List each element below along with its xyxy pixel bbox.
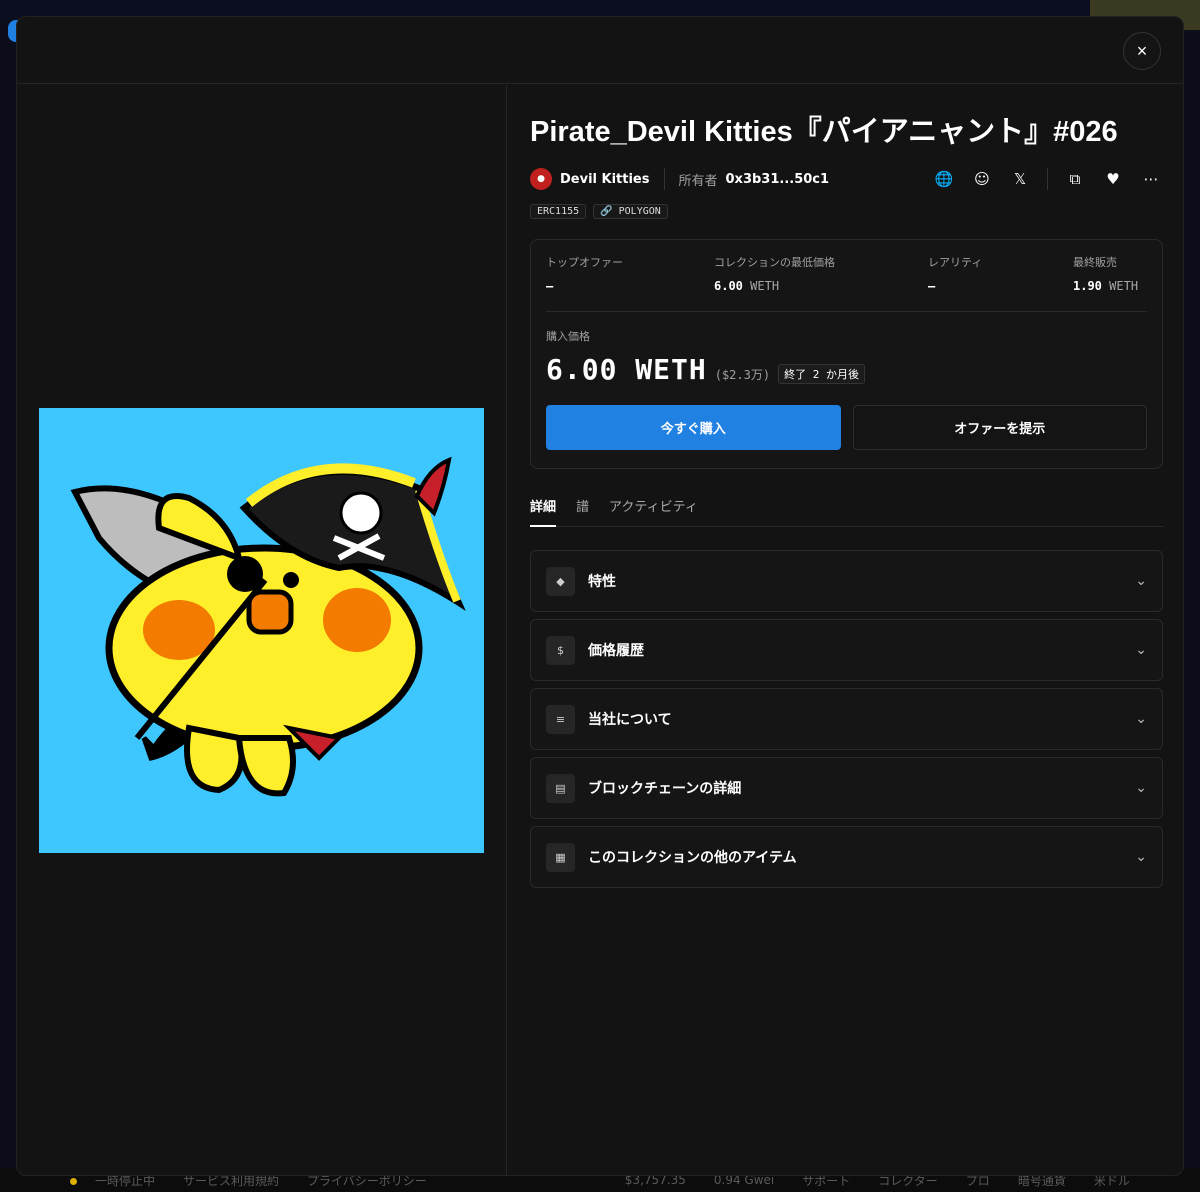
chevron-down-icon: ⌄ xyxy=(1135,642,1147,658)
tab-activity[interactable]: アクティビティ xyxy=(609,494,698,527)
stat-value: 6.00 WETH xyxy=(714,279,780,293)
tab-orders[interactable]: 譜 xyxy=(576,494,589,527)
chevron-down-icon: ⌄ xyxy=(1135,573,1147,589)
accordion-label: 特性 xyxy=(588,574,616,590)
item-modal: × Pirate_Devil Kitties『パイアニャント』#026 ● De… xyxy=(16,16,1184,1176)
diamond-icon: ◆ xyxy=(546,566,575,596)
x-icon[interactable]: 𝕏 xyxy=(1009,168,1031,190)
stat-top-offer: トップオファー – xyxy=(546,254,714,311)
divider xyxy=(663,168,665,190)
dollar-icon: $ xyxy=(546,635,575,665)
accordion-label: 価格履歴 xyxy=(588,643,644,659)
item-title: Pirate_Devil Kitties『パイアニャント』#026 xyxy=(530,116,1118,148)
accordion-traits[interactable]: ◆ 特性 ⌄ xyxy=(530,550,1163,612)
buy-price-usd: ($2.3万) xyxy=(714,368,771,382)
buy-price-row: 6.00 WETH ($2.3万) 終了 2 か月後 xyxy=(546,352,1147,386)
make-offer-button[interactable]: オファーを提示 xyxy=(852,405,1147,450)
link-icon: 🔗 xyxy=(600,206,613,217)
accordion-label: 当社について xyxy=(588,712,672,728)
grid-icon: ▦ xyxy=(546,842,575,872)
divider xyxy=(1047,168,1048,190)
nft-artwork xyxy=(39,408,484,853)
owner-label: 所有者 xyxy=(678,173,718,189)
detail-tabs: 詳細 譜 アクティビティ xyxy=(530,494,1163,527)
owner-address[interactable]: 0x3b31...50c1 xyxy=(726,172,830,187)
collection-avatar[interactable]: ● xyxy=(530,168,552,190)
stat-label: レアリティ xyxy=(928,256,983,269)
buy-now-button[interactable]: 今すぐ購入 xyxy=(546,405,841,450)
stat-label: トップオファー xyxy=(546,256,623,269)
more-icon[interactable]: ⋯ xyxy=(1140,168,1162,190)
social-icons: 🌐 ☺ 𝕏 ⧉ ♥ ⋯ xyxy=(933,168,1162,190)
stat-value: 1.90 WETH xyxy=(1073,279,1139,293)
accordion-about[interactable]: ≡ 当社について ⌄ xyxy=(530,688,1163,750)
stat-value: – xyxy=(546,279,554,293)
description-icon: ≡ xyxy=(546,704,575,734)
media-pane xyxy=(17,85,507,1175)
status-dot-icon xyxy=(70,1177,77,1185)
accordion-price-history[interactable]: $ 価格履歴 ⌄ xyxy=(530,619,1163,681)
globe-icon[interactable]: 🌐 xyxy=(933,168,955,190)
stat-value: – xyxy=(928,279,936,293)
meta-row: ● Devil Kitties 所有者 0x3b31...50c1 🌐 ☺ 𝕏 … xyxy=(530,166,1162,192)
details-pane: Pirate_Devil Kitties『パイアニャント』#026 ● Devi… xyxy=(530,85,1163,895)
accordion-label: このコレクションの他のアイテム xyxy=(588,850,797,866)
price-card: トップオファー – コレクションの最低価格 6.00 WETH レアリティ – … xyxy=(530,239,1163,469)
tab-details[interactable]: 詳細 xyxy=(530,494,557,527)
stat-floor-price: コレクションの最低価格 6.00 WETH xyxy=(714,254,928,311)
close-icon: × xyxy=(1136,40,1148,61)
buy-price-label: 購入価格 xyxy=(546,330,590,343)
stats-row: トップオファー – コレクションの最低価格 6.00 WETH レアリティ – … xyxy=(546,254,1147,312)
accordion-blockchain-details[interactable]: ▤ ブロックチェーンの詳細 ⌄ xyxy=(530,757,1163,819)
stat-last-sale: 最終販売 1.90 WETH xyxy=(1073,254,1138,311)
heart-icon[interactable]: ♥ xyxy=(1102,168,1124,190)
chain-tag[interactable]: 🔗 POLYGON xyxy=(593,204,668,219)
tag-list: ERC1155 🔗 POLYGON xyxy=(530,204,1162,219)
listing-end-badge: 終了 2 か月後 xyxy=(778,364,865,384)
modal-header: × xyxy=(17,17,1183,84)
token-standard-tag: ERC1155 xyxy=(530,204,587,219)
nft-image[interactable] xyxy=(39,408,484,853)
accordion-more-from-collection[interactable]: ▦ このコレクションの他のアイテム ⌄ xyxy=(530,826,1163,888)
stat-label: 最終販売 xyxy=(1073,256,1117,269)
buy-price: 6.00 WETH xyxy=(546,353,707,386)
stat-label: コレクションの最低価格 xyxy=(714,256,835,269)
close-button[interactable]: × xyxy=(1123,32,1161,70)
action-buttons: 今すぐ購入 オファーを提示 xyxy=(546,405,1147,450)
chevron-down-icon: ⌄ xyxy=(1135,849,1147,865)
collection-name[interactable]: Devil Kitties xyxy=(560,172,650,187)
chevron-down-icon: ⌄ xyxy=(1135,780,1147,796)
chain-tag-label: POLYGON xyxy=(618,206,661,217)
chevron-down-icon: ⌄ xyxy=(1135,711,1147,727)
stat-rarity: レアリティ – xyxy=(928,254,1073,311)
accordion-label: ブロックチェーンの詳細 xyxy=(588,781,742,797)
blockchain-icon: ▤ xyxy=(546,773,575,803)
copy-icon[interactable]: ⧉ xyxy=(1064,168,1086,190)
discord-icon[interactable]: ☺ xyxy=(971,168,993,190)
accordion-list: ◆ 特性 ⌄ $ 価格履歴 ⌄ ≡ 当社について ⌄ ▤ ブロックチェーンの詳細… xyxy=(530,550,1163,888)
